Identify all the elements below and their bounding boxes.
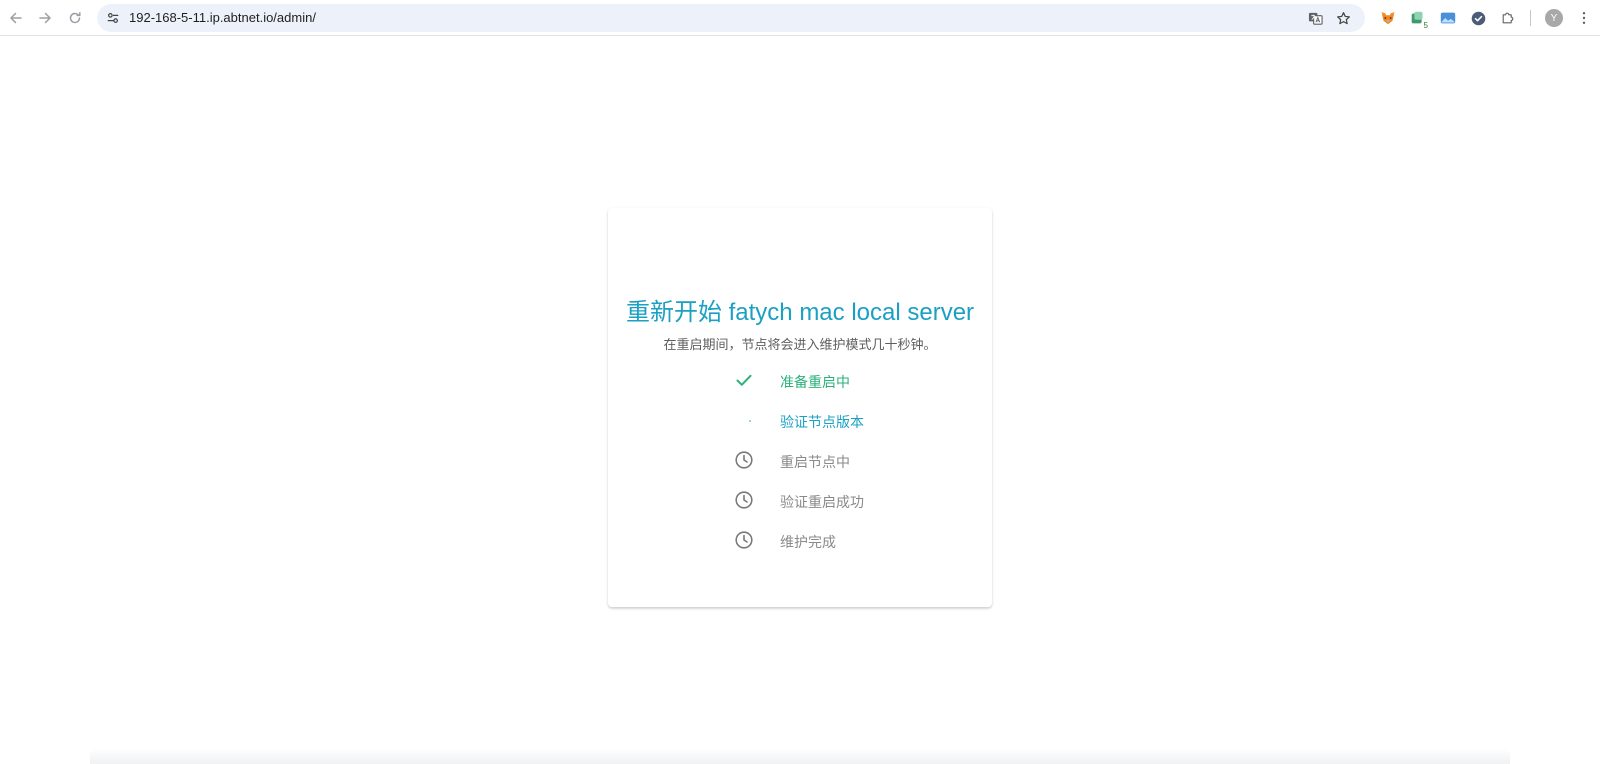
browser-menu-button[interactable] — [1576, 8, 1592, 28]
step-verify-version: 验证节点版本 — [734, 410, 934, 434]
tune-icon — [107, 13, 119, 23]
forward-button[interactable] — [32, 5, 58, 31]
translate-button[interactable] — [1307, 10, 1323, 26]
check-circle-extension-icon — [1471, 11, 1485, 25]
arrow-right-icon — [39, 12, 51, 24]
site-info-button[interactable] — [105, 10, 121, 26]
page-title: 重新开始 fatych mac local server — [625, 299, 975, 326]
check-icon — [734, 370, 754, 390]
extensions-menu-button[interactable] — [1498, 8, 1518, 28]
step-label: 准备重启中 — [780, 374, 850, 390]
metamask-fox-icon — [1380, 11, 1396, 25]
step-maintenance-complete: 维护完成 — [734, 530, 934, 554]
clock-icon — [734, 450, 754, 470]
reload-button[interactable] — [62, 5, 88, 31]
step-verify-restart: 验证重启成功 — [734, 490, 934, 514]
bottom-shadow — [90, 748, 1510, 764]
back-button[interactable] — [3, 5, 29, 31]
clock-icon — [734, 530, 754, 550]
toolbar-divider — [1530, 10, 1531, 26]
image-extension-icon — [1440, 12, 1456, 24]
star-icon — [1336, 11, 1350, 24]
loading-spinner-icon — [734, 410, 754, 430]
step-prepare-restart: 准备重启中 — [734, 370, 934, 394]
browser-toolbar: 192-168-5-11.ip.abtnet.io/admin/ 5 Y — [0, 0, 1600, 36]
arrow-left-icon — [10, 12, 22, 24]
step-label: 验证重启成功 — [780, 494, 864, 510]
more-vertical-icon — [1582, 11, 1586, 25]
reload-icon — [69, 12, 81, 24]
step-restart-node: 重启节点中 — [734, 450, 934, 474]
puzzle-extensions-icon — [1502, 12, 1514, 24]
url-text[interactable]: 192-168-5-11.ip.abtnet.io/admin/ — [129, 10, 316, 25]
step-label: 验证节点版本 — [780, 414, 864, 430]
maintenance-description: 在重启期间，节点将会进入维护模式几十秒钟。 — [663, 337, 937, 352]
metamask-extension-button[interactable] — [1378, 8, 1398, 28]
wallet-extension-button[interactable]: 5 — [1408, 8, 1428, 30]
clock-icon — [734, 490, 754, 510]
restart-card: 重新开始 fatych mac local server 在重启期间，节点将会进… — [608, 208, 992, 607]
image-extension-button[interactable] — [1438, 8, 1458, 28]
bookmark-star-button[interactable] — [1335, 10, 1351, 26]
extension-badge: 5 — [1423, 21, 1428, 30]
address-bar[interactable]: 192-168-5-11.ip.abtnet.io/admin/ — [97, 4, 1365, 32]
step-label: 维护完成 — [780, 534, 836, 550]
check-extension-button[interactable] — [1468, 8, 1488, 28]
translate-icon — [1308, 12, 1323, 25]
profile-avatar[interactable]: Y — [1545, 9, 1563, 27]
step-label: 重启节点中 — [780, 454, 850, 470]
